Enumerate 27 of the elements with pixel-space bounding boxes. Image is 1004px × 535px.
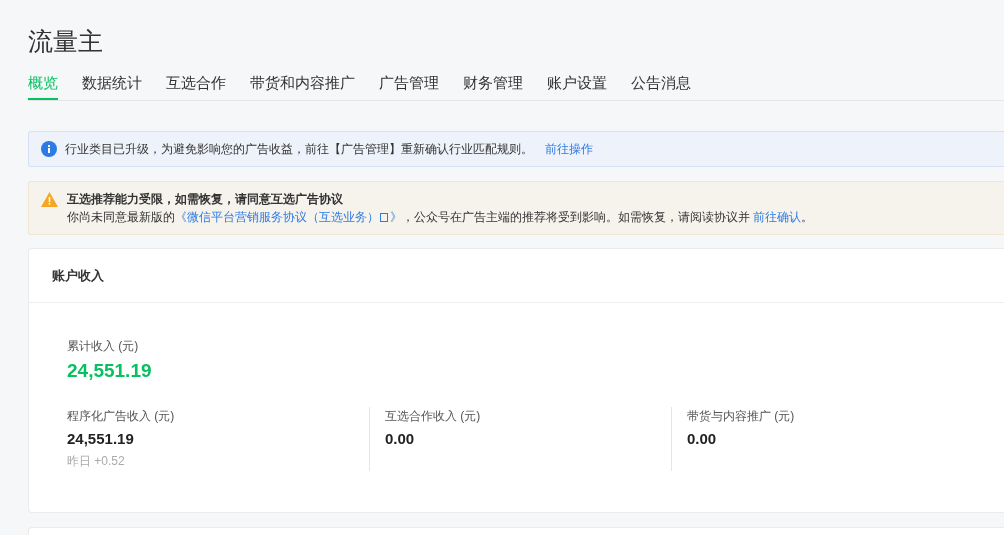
info-icon (41, 141, 57, 157)
stat-label: 累计收入 (元) (67, 338, 140, 355)
external-link-icon (380, 212, 389, 222)
stat-label: 互选合作收入 (元) (385, 408, 482, 425)
warning-text: 你尚未同意最新版的《微信平台营销服务协议（互选业务） 》，公众号在广告主端的推荐将受到影响。如需恢复，请阅读协议并 前往确认。 (67, 209, 814, 226)
nav-tab[interactable]: 互选合作 (166, 72, 226, 100)
stat-label: 带货与内容推广 (元) (687, 408, 796, 425)
agreement-link[interactable]: 《微信平台营销服务协议（互选业务） 》 (175, 210, 402, 224)
stat-value: 24,551.19 (67, 429, 135, 449)
notice-text: 行业类目已升级，为避免影响您的广告收益，前往【广告管理】重新确认行业匹配规则。 (65, 141, 533, 158)
nav-tab[interactable]: 带货和内容推广 (250, 72, 355, 100)
nav-tab[interactable]: 账户设置 (547, 72, 607, 100)
stat-label: 程序化广告收入 (元) (67, 408, 176, 425)
nav-tab[interactable]: 广告管理 (379, 72, 439, 100)
page-title: 流量主 (28, 26, 104, 57)
action-link[interactable]: 前往操作 (545, 140, 593, 158)
nav-tab[interactable]: 数据统计 (82, 72, 142, 100)
stat-value: 0.00 (687, 429, 718, 449)
stat-value: 0.00 (385, 429, 416, 449)
warning-title: 互选推荐能力受限，如需恢复，请同意互选广告协议 (67, 191, 344, 208)
warning-icon (41, 192, 58, 207)
nav-tab[interactable]: 财务管理 (463, 72, 523, 100)
stat-value: 24,551.19 (67, 359, 153, 383)
nav-tab[interactable]: 公告消息 (631, 72, 691, 100)
card-title: 账户收入 (52, 266, 104, 285)
stat-note: 昨日 +0.52 (67, 453, 126, 469)
confirm-link[interactable]: 前往确认 (753, 210, 802, 224)
